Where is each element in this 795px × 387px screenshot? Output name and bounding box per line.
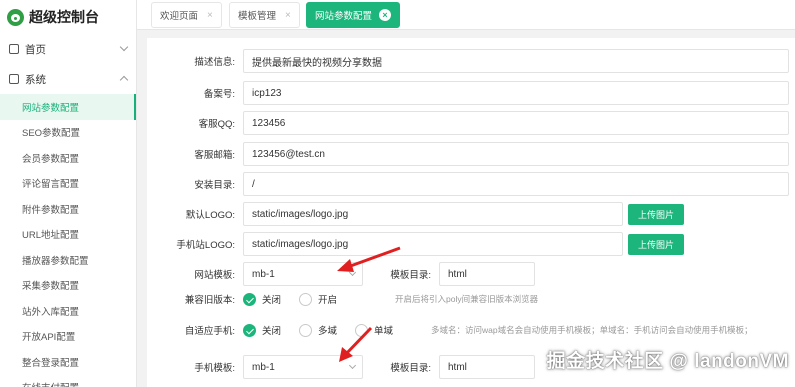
- field-label: 模板目录:: [390, 270, 431, 281]
- field-label: 网站模板:: [194, 270, 235, 281]
- form-row-logo: 默认LOGO: static/images/logo.jpg 上传图片: [147, 202, 685, 226]
- radio-label: 开启: [318, 295, 338, 306]
- mobile-logo-input[interactable]: static/images/logo.jpg: [243, 232, 623, 256]
- field-label: 默认LOGO:: [185, 210, 235, 221]
- monitor-icon: [9, 74, 19, 84]
- radio-label: 关闭: [262, 295, 282, 306]
- email-input[interactable]: 123456@test.cn: [243, 142, 789, 166]
- tab-welcome[interactable]: 欢迎页面 ×: [151, 2, 222, 28]
- chevron-down-icon: [119, 42, 129, 52]
- tab-label: 欢迎页面: [160, 11, 199, 22]
- field-label: 兼容旧版本:: [184, 295, 235, 306]
- qq-input[interactable]: 123456: [243, 111, 789, 135]
- form-row-adaptive: 自适应手机: 关闭 多域 单域 多域名：访问wap域名会自动使用手机模板；单域名…: [147, 323, 753, 337]
- field-label: 客服QQ:: [198, 119, 235, 130]
- close-icon[interactable]: ×: [379, 9, 392, 21]
- adaptive-radio-multi[interactable]: 多域: [299, 323, 337, 337]
- close-icon[interactable]: ×: [207, 10, 213, 21]
- tab-bar: 欢迎页面 × 模板管理 × 网站参数配置 ×: [137, 0, 795, 30]
- compat-radio-on[interactable]: 开启: [299, 292, 337, 306]
- compat-hint: 开启后将引入poly间兼容旧版本浏览器: [395, 294, 539, 304]
- install-dir-input[interactable]: /: [243, 172, 789, 196]
- field-label: 描述信息:: [194, 57, 235, 68]
- sidebar-item-import[interactable]: 站外入库配置: [0, 298, 136, 324]
- chevron-down-icon: [348, 268, 357, 277]
- sidebar-group-home[interactable]: 首页: [0, 34, 136, 64]
- radio-unchecked-icon: [355, 323, 369, 337]
- form-row-description: 描述信息: 提供最新最快的视频分享数据: [147, 49, 789, 73]
- sidebar-item-url[interactable]: URL地址配置: [0, 222, 136, 248]
- settings-form: 描述信息: 提供最新最快的视频分享数据 备案号: icp123 客服QQ: 12…: [147, 38, 795, 387]
- select-value: mb-1: [252, 268, 275, 280]
- radio-label: 关闭: [262, 326, 282, 337]
- sidebar-item-attachment[interactable]: 附件参数配置: [0, 196, 136, 222]
- form-row-qq: 客服QQ: 123456: [147, 111, 789, 135]
- site-template-dir-input[interactable]: html: [439, 262, 535, 286]
- sidebar-group-label: 首页: [25, 43, 46, 56]
- sidebar-item-site-params[interactable]: 网站参数配置: [0, 94, 136, 120]
- upload-mobile-logo-button[interactable]: 上传图片: [628, 233, 685, 255]
- upload-logo-button[interactable]: 上传图片: [628, 203, 685, 225]
- tab-template[interactable]: 模板管理 ×: [229, 2, 300, 28]
- chevron-down-icon: [348, 361, 357, 370]
- brand-title: 超级控制台: [29, 9, 99, 25]
- icp-input[interactable]: icp123: [243, 81, 789, 105]
- compat-radio-off[interactable]: 关闭: [243, 292, 281, 306]
- form-row-mobile-logo: 手机站LOGO: static/images/logo.jpg 上传图片: [147, 232, 685, 256]
- sidebar-group-system[interactable]: 系统: [0, 64, 136, 94]
- close-icon[interactable]: ×: [285, 10, 291, 21]
- sidebar-item-player[interactable]: 播放器参数配置: [0, 247, 136, 273]
- form-row-icp: 备案号: icp123: [147, 81, 789, 105]
- field-label: 自适应手机:: [184, 326, 235, 337]
- brand[interactable]: 超级控制台: [0, 0, 136, 34]
- radio-unchecked-icon: [299, 292, 313, 306]
- logo-icon: [7, 8, 24, 26]
- field-label: 手机模板:: [194, 363, 235, 374]
- radio-label: 多域: [318, 326, 338, 337]
- field-label: 客服邮箱:: [194, 150, 235, 161]
- select-value: mb-1: [252, 361, 275, 373]
- radio-unchecked-icon: [299, 323, 313, 337]
- radio-checked-icon: [243, 292, 256, 306]
- site-template-select[interactable]: mb-1: [243, 262, 363, 286]
- sidebar-item-api[interactable]: 开放API配置: [0, 324, 136, 350]
- field-label: 备案号:: [203, 89, 235, 100]
- tab-label: 模板管理: [238, 11, 277, 22]
- radio-label: 单域: [374, 326, 394, 337]
- sidebar-item-seo[interactable]: SEO参数配置: [0, 120, 136, 146]
- form-row-mobile-template: 手机模板: mb-1 模板目录: html: [147, 355, 535, 379]
- sidebar-item-comment[interactable]: 评论留言配置: [0, 171, 136, 197]
- logo-input[interactable]: static/images/logo.jpg: [243, 202, 623, 226]
- tab-site-params[interactable]: 网站参数配置 ×: [306, 2, 401, 28]
- watermark: 掘金技术社区 @ landonVM: [546, 351, 789, 372]
- form-row-install-dir: 安装目录: /: [147, 172, 789, 196]
- tab-label: 网站参数配置: [315, 11, 373, 22]
- field-label: 安装目录:: [194, 180, 235, 191]
- sidebar-item-pay[interactable]: 在线支付配置: [0, 375, 136, 387]
- radio-checked-icon: [243, 323, 256, 337]
- sidebar: 超级控制台 首页 系统 网站参数配置 SEO参数配置 会员参数配置 评论留言配置…: [0, 0, 137, 387]
- sidebar-group-label: 系统: [25, 73, 46, 86]
- main-content: 描述信息: 提供最新最快的视频分享数据 备案号: icp123 客服QQ: 12…: [137, 30, 795, 387]
- sidebar-item-collect[interactable]: 采集参数配置: [0, 273, 136, 299]
- home-icon: [9, 44, 19, 54]
- description-input[interactable]: 提供最新最快的视频分享数据: [243, 49, 789, 73]
- field-label: 模板目录:: [390, 363, 431, 374]
- mobile-template-select[interactable]: mb-1: [243, 355, 363, 379]
- sidebar-item-member[interactable]: 会员参数配置: [0, 145, 136, 171]
- adaptive-hint: 多域名：访问wap域名会自动使用手机模板；单域名：手机访问会自动使用手机模板；: [431, 325, 753, 335]
- mobile-template-dir-input[interactable]: html: [439, 355, 535, 379]
- field-label: 手机站LOGO:: [176, 240, 235, 251]
- sidebar-item-login[interactable]: 整合登录配置: [0, 349, 136, 375]
- form-row-site-template: 网站模板: mb-1 模板目录: html: [147, 262, 535, 286]
- form-row-compat: 兼容旧版本: 关闭 开启 开启后将引入poly间兼容旧版本浏览器: [147, 292, 538, 306]
- form-row-email: 客服邮箱: 123456@test.cn: [147, 142, 789, 166]
- chevron-up-icon: [119, 75, 129, 85]
- adaptive-radio-single[interactable]: 单域: [355, 323, 393, 337]
- adaptive-radio-off[interactable]: 关闭: [243, 323, 281, 337]
